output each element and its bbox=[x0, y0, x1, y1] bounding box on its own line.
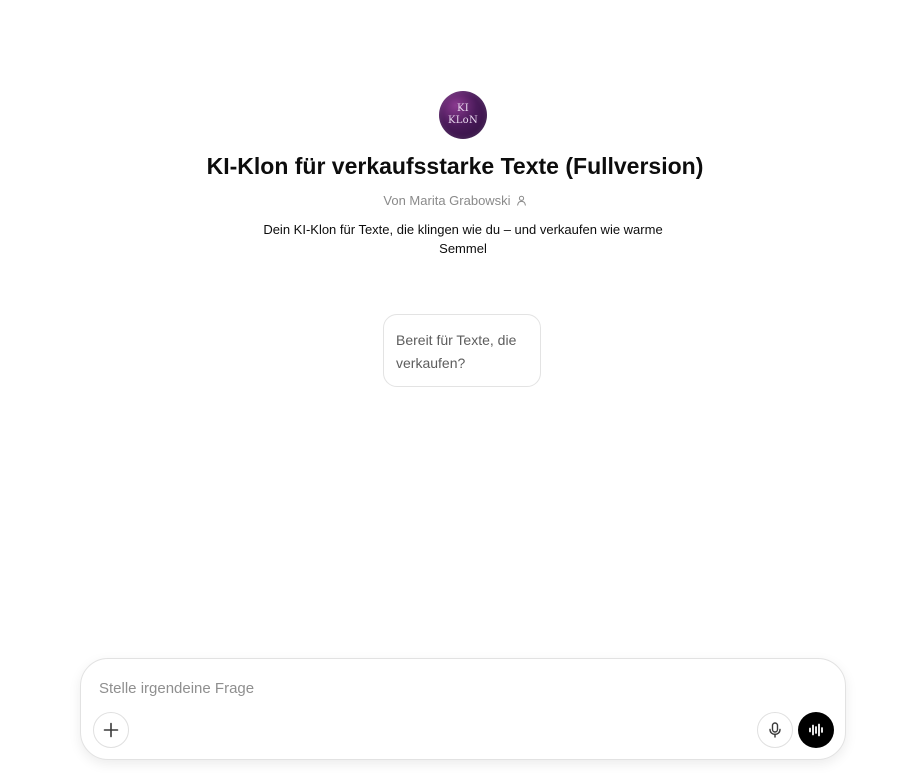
composer bbox=[80, 658, 846, 760]
plus-icon bbox=[103, 722, 119, 738]
gpt-description: Dein KI-Klon für Texte, die klingen wie … bbox=[263, 222, 663, 256]
voice-mode-button[interactable] bbox=[798, 712, 834, 748]
microphone-icon bbox=[769, 722, 781, 738]
avatar-text-line1: KI bbox=[456, 103, 470, 114]
gpt-author[interactable]: Von Marita Grabowski bbox=[0, 193, 910, 208]
gpt-avatar: KI KLoN bbox=[439, 91, 487, 139]
conversation-starter-label: Bereit für Texte, die verkaufen? bbox=[396, 332, 517, 371]
attach-button[interactable] bbox=[93, 712, 129, 748]
avatar-text-line2: KLoN bbox=[447, 115, 479, 126]
author-name: Von Marita Grabowski bbox=[383, 193, 511, 208]
dictate-button[interactable] bbox=[757, 712, 793, 748]
prompt-input[interactable] bbox=[99, 677, 739, 699]
conversation-starter[interactable]: Bereit für Texte, die verkaufen? bbox=[383, 314, 541, 387]
person-icon bbox=[516, 195, 526, 206]
gpt-chat-page: KI KLoN KI-Klon für verkaufsstarke Texte… bbox=[0, 0, 910, 773]
voice-waveform-icon bbox=[809, 723, 823, 737]
gpt-title: KI-Klon für verkaufsstarke Texte (Fullve… bbox=[206, 153, 704, 179]
